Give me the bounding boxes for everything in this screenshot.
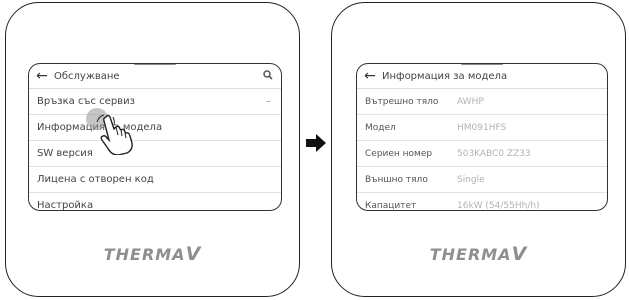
info-row-key: Вътрешно тяло	[365, 96, 439, 107]
menu-item-label: Лицена с отворен код	[37, 174, 154, 185]
info-row-serial-number: Сериен номер 503KABC0 ZZ33	[357, 141, 607, 167]
menu-item-label: Настройка	[37, 200, 94, 211]
info-row-indoor-unit: Вътрешно тяло AWHP	[357, 89, 607, 115]
left-header-title: Обслужване	[54, 70, 120, 82]
brand-logo-v: V	[511, 243, 528, 265]
brand-logo: THERMAV	[332, 243, 625, 265]
info-row-value: 503KABC0 ZZ33	[457, 148, 531, 159]
right-device-frame: ← Информация за модела Вътрешно тяло AWH…	[331, 2, 626, 297]
right-header-title: Информация за модела	[382, 70, 508, 82]
left-device-frame: ← Обслужване Връзка със сервиз – Информа…	[5, 2, 300, 297]
menu-item-label: Връзка със сервиз	[37, 96, 135, 107]
pointing-hand-icon	[94, 113, 138, 159]
info-row-capacity: Капацитет 16kW (54/55Hh/h)	[357, 193, 607, 211]
info-row-key: Капацитет	[365, 200, 417, 211]
info-row-key: Модел	[365, 122, 396, 133]
screen-notch	[134, 64, 176, 65]
info-row-value: AWHP	[457, 96, 484, 107]
menu-item-settings[interactable]: Настройка	[29, 193, 281, 211]
info-row-model: Модел HM091HFS	[357, 115, 607, 141]
info-row-outdoor-unit: Външно тяло Single	[357, 167, 607, 193]
info-row-key: Външно тяло	[365, 174, 428, 185]
menu-item-label: SW версия	[37, 148, 93, 159]
brand-logo-v: V	[185, 243, 202, 265]
left-header: ← Обслужване	[29, 64, 281, 89]
arrow-right-icon	[306, 134, 326, 156]
info-row-value: HM091HFS	[457, 122, 507, 133]
menu-item-trailing: –	[266, 96, 271, 107]
left-screen: ← Обслужване Връзка със сервиз – Информа…	[28, 63, 282, 211]
screen-notch	[461, 64, 503, 65]
menu-item-model-info[interactable]: Информация за модела	[29, 115, 281, 141]
right-header: ← Информация за модела	[357, 64, 607, 89]
back-arrow-icon[interactable]: ←	[36, 68, 54, 84]
menu-item-open-source-license[interactable]: Лицена с отворен код	[29, 167, 281, 193]
info-row-key: Сериен номер	[365, 148, 433, 159]
info-row-value: Single	[457, 174, 485, 185]
brand-logo-text: THERMA	[429, 245, 512, 264]
right-screen: ← Информация за модела Вътрешно тяло AWH…	[356, 63, 608, 211]
menu-item-sw-version[interactable]: SW версия	[29, 141, 281, 167]
brand-logo-text: THERMA	[103, 245, 186, 264]
search-icon[interactable]	[263, 69, 273, 83]
brand-logo: THERMAV	[6, 243, 299, 265]
info-row-value: 16kW (54/55Hh/h)	[457, 200, 540, 211]
back-arrow-icon[interactable]: ←	[364, 68, 382, 84]
menu-item-service-contact[interactable]: Връзка със сервиз –	[29, 89, 281, 115]
